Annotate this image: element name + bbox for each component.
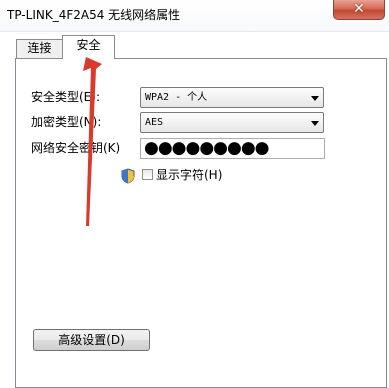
tab-security[interactable]: 安全 xyxy=(62,35,115,59)
close-button[interactable]: ✕ xyxy=(333,0,385,20)
security-type-value: WPA2 - 个人 xyxy=(145,92,208,103)
tab-connection[interactable]: 连接 xyxy=(16,39,63,58)
show-characters-label[interactable]: 显示字符(H) xyxy=(156,168,222,182)
encryption-type-select[interactable]: AES xyxy=(140,112,324,133)
network-key-input[interactable]: ●●●●●●●●● xyxy=(140,138,325,159)
advanced-settings-button[interactable]: 高级设置(D) xyxy=(33,329,150,351)
title-bar: TP-LINK_4F2A54 无线网络属性 ✕ xyxy=(0,0,389,32)
shield-icon xyxy=(121,168,135,184)
security-type-label: 安全类型(E): xyxy=(31,90,100,104)
window-title: TP-LINK_4F2A54 无线网络属性 xyxy=(7,8,181,22)
chevron-down-icon xyxy=(311,121,319,126)
network-key-label: 网络安全密钥(K) xyxy=(31,141,121,155)
encryption-type-label: 加密类型(N): xyxy=(31,115,102,129)
network-key-value: ●●●●●●●●● xyxy=(144,138,270,158)
encryption-type-value: AES xyxy=(145,117,164,128)
close-icon: ✕ xyxy=(353,1,365,17)
chevron-down-icon xyxy=(311,96,319,101)
show-characters-checkbox[interactable] xyxy=(142,169,153,180)
security-type-select[interactable]: WPA2 - 个人 xyxy=(140,87,324,108)
